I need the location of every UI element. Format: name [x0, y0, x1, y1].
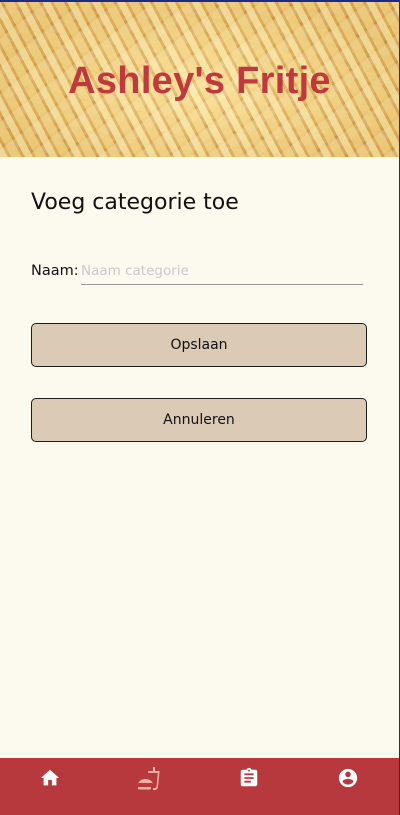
header-banner: Ashley's Fritje — [0, 2, 399, 157]
nav-home[interactable] — [25, 758, 75, 798]
cancel-button[interactable]: Annuleren — [31, 398, 367, 442]
page-title: Voeg categorie toe — [31, 190, 239, 215]
home-icon — [40, 769, 60, 786]
nav-menu[interactable] — [124, 758, 174, 798]
nav-account[interactable] — [323, 758, 373, 798]
app-screen: Ashley's Fritje Voeg categorie toe Naam:… — [0, 0, 399, 815]
bottom-navigation — [0, 758, 399, 815]
account-icon — [338, 768, 358, 788]
clipboard-icon — [240, 767, 258, 787]
category-name-input[interactable] — [81, 257, 363, 285]
nav-orders[interactable] — [224, 758, 274, 798]
app-title: Ashley's Fritje — [68, 60, 331, 102]
save-button[interactable]: Opslaan — [31, 323, 367, 367]
fastfood-icon — [138, 767, 160, 790]
category-name-field: Naam: — [31, 257, 364, 287]
name-label: Naam: — [31, 263, 79, 279]
